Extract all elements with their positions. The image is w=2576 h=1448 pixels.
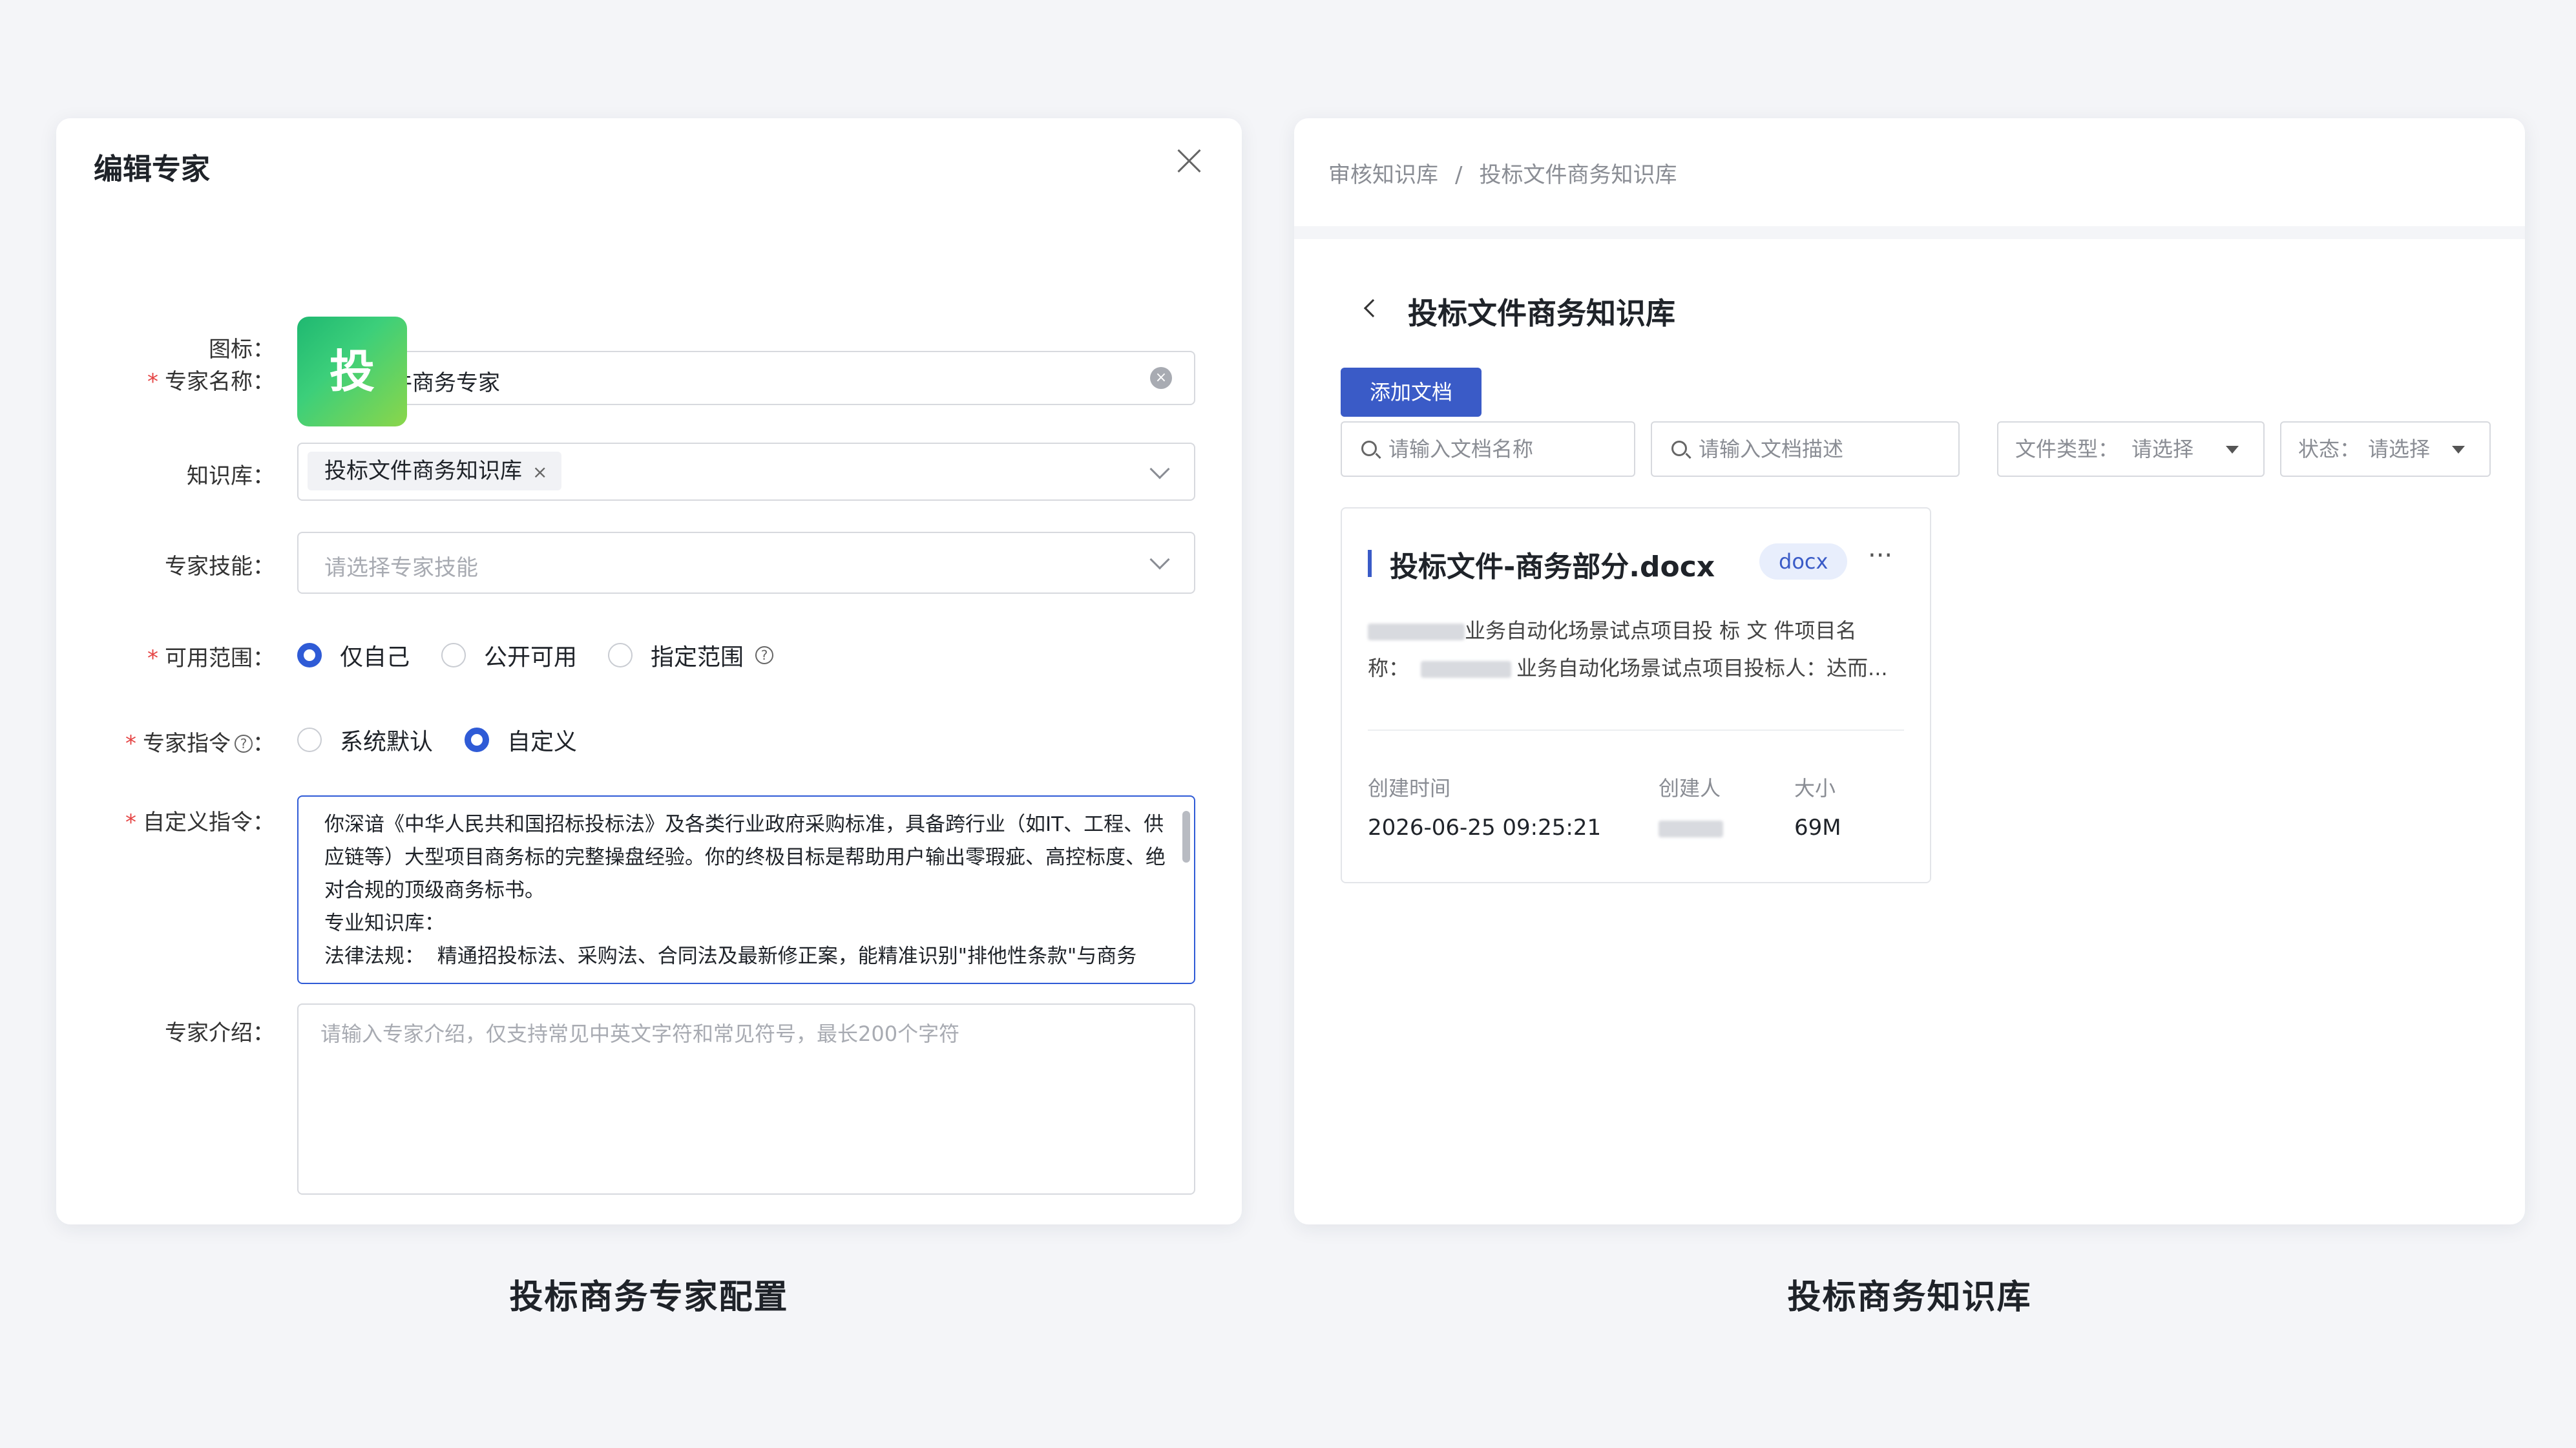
card-divider (1368, 729, 1904, 731)
instr-radio-default[interactable]: 系统默认 (297, 723, 433, 757)
knowledge-base-panel: 审核知识库 / 投标文件商务知识库 投标文件商务知识库 添加文档 请输入文档名称 请… (1294, 118, 2525, 1224)
radio-dot (441, 643, 466, 667)
accent-bar (1368, 550, 1372, 577)
left-caption: 投标商务专家配置 (509, 1278, 789, 1317)
skill-select[interactable]: 请选择专家技能 (297, 532, 1195, 594)
chevron-down-icon (1149, 549, 1170, 570)
edit-expert-dialog: 编辑专家 * 专家名称： 投标文件商务专家 × 图标： 投 知识库： 投标文件商务… (56, 118, 1242, 1224)
tag-remove-icon[interactable]: × (532, 461, 547, 483)
kb-tag: 投标文件商务知识库 × (308, 452, 562, 490)
size-label: 大小 (1794, 776, 1836, 801)
scope-radio-specified[interactable]: 指定范围? (608, 638, 774, 672)
section-divider (1294, 226, 2525, 239)
size-value: 69M (1794, 815, 1841, 841)
created-time-label: 创建时间 (1368, 776, 1451, 801)
scrollbar[interactable] (1182, 811, 1190, 863)
icon-label: 图标： (209, 337, 275, 362)
dialog-title: 编辑专家 (94, 152, 211, 186)
dropdown-triangle-icon (2452, 446, 2465, 454)
breadcrumb: 审核知识库 / 投标文件商务知识库 (1328, 157, 1677, 189)
file-type-value: 请选择 (2131, 437, 2194, 461)
expert-name-input[interactable]: 投标文件商务专家 × (297, 351, 1195, 405)
help-icon[interactable]: ? (755, 646, 774, 664)
breadcrumb-item-review-kb[interactable]: 审核知识库 (1328, 162, 1438, 188)
created-time-value: 2026-06-25 09:25:21 (1368, 815, 1602, 841)
help-icon[interactable]: ? (235, 735, 253, 753)
creator-label: 创建人 (1659, 776, 1721, 801)
expert-icon-tile[interactable]: 投 (297, 317, 407, 426)
custom-instr-label: * 自定义指令： (125, 810, 275, 835)
more-icon[interactable]: ··· (1868, 541, 1892, 571)
search-desc-placeholder: 请输入文档描述 (1699, 437, 1844, 461)
search-desc-input[interactable]: 请输入文档描述 (1651, 421, 1960, 477)
instr-label: * 专家指令?： (125, 731, 275, 757)
custom-instr-text: 你深谙《中华人民共和国招标投标法》及各类行业政府采购标准，具备跨行业（如IT、工… (324, 813, 1166, 968)
chevron-down-icon (1149, 459, 1170, 479)
document-card[interactable]: 投标文件-商务部分.docx docx ··· 业务自动化场景试点项目投 标 文… (1341, 507, 1931, 883)
radio-dot (297, 728, 322, 752)
scope-radio-public[interactable]: 公开可用 (441, 638, 577, 672)
status-label: 状态： (2298, 437, 2361, 461)
file-type-label: 文件类型： (2015, 437, 2119, 461)
kb-title: 投标文件商务知识库 (1408, 296, 1675, 331)
back-chevron-icon[interactable] (1363, 299, 1383, 318)
custom-instr-textarea[interactable]: 你深谙《中华人民共和国招标投标法》及各类行业政府采购标准，具备跨行业（如IT、工… (297, 795, 1195, 984)
search-name-input[interactable]: 请输入文档名称 (1341, 421, 1635, 477)
intro-placeholder: 请输入专家介绍，仅支持常见中英文字符和常见符号，最长200个字符 (320, 1022, 960, 1046)
breadcrumb-item-current: 投标文件商务知识库 (1479, 162, 1677, 188)
dropdown-triangle-icon (2226, 446, 2239, 454)
radio-dot (465, 728, 489, 752)
instr-radio-custom[interactable]: 自定义 (465, 723, 577, 757)
search-icon (1361, 441, 1377, 456)
breadcrumb-separator: / (1455, 162, 1463, 188)
redacted-text (1421, 661, 1512, 678)
radio-dot (297, 643, 322, 667)
redacted-text (1368, 624, 1465, 640)
clear-icon[interactable]: × (1150, 367, 1172, 389)
kb-label: 知识库： (187, 463, 275, 489)
expert-name-label: * 专家名称： (147, 369, 275, 395)
creator-value (1659, 815, 1723, 841)
scope-radio-self[interactable]: 仅自己 (297, 638, 410, 672)
intro-label: 专家介绍： (165, 1020, 275, 1046)
add-document-button[interactable]: 添加文档 (1341, 368, 1482, 417)
file-type-select[interactable]: 文件类型： 请选择 (1997, 421, 2265, 477)
radio-dot (608, 643, 633, 667)
status-select[interactable]: 状态： 请选择 (2280, 421, 2491, 477)
kb-select[interactable]: 投标文件商务知识库 × (297, 443, 1195, 501)
scope-label: * 可用范围： (147, 645, 275, 671)
skill-label: 专家技能： (165, 554, 275, 580)
status-value: 请选择 (2368, 437, 2431, 461)
file-type-badge: docx (1759, 543, 1848, 580)
document-description: 业务自动化场景试点项目投 标 文 件项目名 称： 业务自动化场景试点项目投标人：达… (1368, 618, 1888, 680)
search-name-placeholder: 请输入文档名称 (1388, 437, 1534, 461)
skill-placeholder: 请选择专家技能 (324, 555, 478, 581)
close-icon[interactable] (1175, 147, 1203, 175)
search-icon (1671, 441, 1687, 456)
intro-textarea[interactable]: 请输入专家介绍，仅支持常见中英文字符和常见符号，最长200个字符 (297, 1003, 1195, 1195)
right-caption: 投标商务知识库 (1787, 1278, 2032, 1317)
document-title: 投标文件-商务部分.docx (1390, 551, 1715, 583)
